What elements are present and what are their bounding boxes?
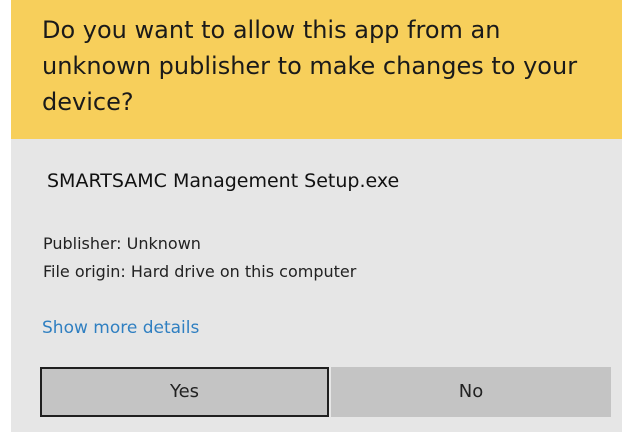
warning-banner: Do you want to allow this app from an un… — [11, 0, 622, 139]
uac-window: Do you want to allow this app from an un… — [0, 0, 633, 438]
uac-dialog: Do you want to allow this app from an un… — [11, 0, 622, 432]
publisher-info: Publisher: Unknown — [43, 234, 201, 253]
permission-question: Do you want to allow this app from an un… — [42, 16, 578, 116]
app-name: SMARTSAMC Management Setup.exe — [47, 170, 400, 192]
yes-button[interactable]: Yes — [40, 367, 329, 417]
show-more-details-link[interactable]: Show more details — [42, 318, 199, 338]
file-origin-info: File origin: Hard drive on this computer — [43, 262, 357, 281]
no-button[interactable]: No — [331, 367, 611, 417]
